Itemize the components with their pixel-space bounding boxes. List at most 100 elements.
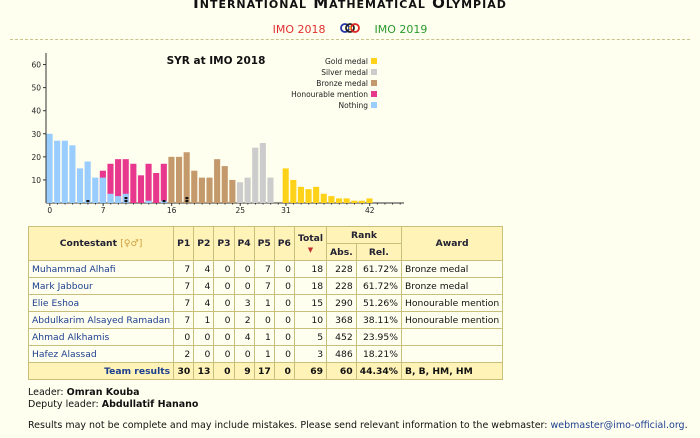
bar-nothing xyxy=(76,168,84,203)
leader-name: Omran Kouba xyxy=(66,387,140,398)
y-tick-label: 20 xyxy=(31,153,41,162)
score-cell: 0 xyxy=(233,277,255,295)
x-tick-label: 7 xyxy=(101,206,106,215)
bar-bronze-medal xyxy=(206,177,213,203)
deputy-leader-name: Abdullatif Hanano xyxy=(101,399,199,410)
score-cell: 1 xyxy=(193,311,215,329)
bar-gold-medal xyxy=(358,200,365,203)
country-marker xyxy=(162,200,166,203)
country-marker xyxy=(185,200,189,203)
score-cell: 7 xyxy=(173,294,195,312)
score-cell: 0 xyxy=(273,328,295,346)
contestant-header[interactable]: Contestant [♀♂] xyxy=(27,226,175,261)
team-results-row: Team results 30 13 0 9 17 0 69 60 44.34%… xyxy=(27,362,504,380)
bar-silver-medal xyxy=(244,177,251,203)
bar-gold-medal xyxy=(335,198,343,203)
header-divider xyxy=(10,39,690,40)
p2-header[interactable]: P2 xyxy=(193,226,215,261)
bar-bronze-medal xyxy=(229,179,236,203)
total-cell: 5 xyxy=(293,328,328,346)
bar-gold-medal xyxy=(313,186,320,203)
score-cell: 7 xyxy=(173,260,195,278)
award-header[interactable]: Award xyxy=(400,226,504,261)
next-year-link[interactable]: IMO 2019 xyxy=(375,23,428,36)
score-cell: 0 xyxy=(173,328,195,346)
table-row: Elie Eshoa 7 4 0 3 1 0 15 290 51.26% Hon… xyxy=(27,294,504,312)
title-word-2: MATHEMATICAL xyxy=(313,0,426,12)
rank-abs-cell: 290 xyxy=(326,294,357,312)
legend-swatch xyxy=(371,58,377,64)
bar-honourable-mention xyxy=(153,173,160,203)
total-header[interactable]: Total ▼ xyxy=(293,226,328,261)
bar-gold-medal xyxy=(282,168,289,203)
score-cell: 0 xyxy=(213,345,235,363)
score-cell: 0 xyxy=(273,260,295,278)
gender-sort-icon[interactable]: [♀♂] xyxy=(120,238,142,249)
award-cell xyxy=(400,345,504,363)
imo-logo-icon[interactable] xyxy=(339,22,361,37)
legend-label: Silver medal xyxy=(321,68,368,77)
score-cell: 0 xyxy=(213,311,235,329)
table-row: Mark Jabbour 7 4 0 0 7 0 18 228 61.72% B… xyxy=(27,277,504,295)
total-cell: 15 xyxy=(293,294,328,312)
bar-gold-medal xyxy=(343,198,350,203)
score-cell: 0 xyxy=(193,345,215,363)
p3-header[interactable]: P3 xyxy=(213,226,235,261)
title-word-3: OLYMPIAD xyxy=(432,0,507,12)
rank-rel-cell: 61.72% xyxy=(355,277,402,295)
contestant-link[interactable]: Hafez Alassad xyxy=(32,349,97,360)
award-cell: Honourable mention xyxy=(400,294,504,312)
score-cell: 0 xyxy=(233,345,255,363)
chart-title: SYR at IMO 2018 xyxy=(167,55,266,67)
p6-header[interactable]: P6 xyxy=(273,226,295,261)
contestant-link[interactable]: Elie Eshoa xyxy=(32,298,79,309)
bar-nothing xyxy=(92,177,99,203)
contestant-link[interactable]: Ahmad Alkhamis xyxy=(32,332,109,343)
score-cell: 0 xyxy=(213,260,235,278)
contestant-link[interactable]: Muhammad Alhafi xyxy=(32,264,116,275)
year-navigation: IMO 2018 IMO 2019 xyxy=(0,22,700,37)
bar-nothing xyxy=(61,140,68,203)
p5-header[interactable]: P5 xyxy=(253,226,275,261)
total-cell: 10 xyxy=(293,311,328,329)
bar-gold-medal xyxy=(328,196,335,203)
bar-bronze-medal xyxy=(214,159,221,203)
score-cell: 7 xyxy=(173,311,195,329)
rank-abs-cell: 368 xyxy=(326,311,357,329)
x-tick-label: 0 xyxy=(47,206,52,215)
p1-header[interactable]: P1 xyxy=(173,226,195,261)
disclaimer-suffix: . xyxy=(684,420,688,431)
legend-label: Nothing xyxy=(339,101,369,110)
bar-nothing xyxy=(69,145,76,203)
score-cell: 2 xyxy=(173,345,195,363)
contestant-link[interactable]: Mark Jabbour xyxy=(32,281,93,292)
rank-rel-header[interactable]: Rel. xyxy=(355,243,402,261)
bar-bronze-medal xyxy=(175,156,183,203)
bar-gold-medal xyxy=(290,179,297,203)
score-cell: 0 xyxy=(233,260,255,278)
legend-label: Bronze medal xyxy=(316,79,368,88)
contestant-name: Muhammad Alhafi xyxy=(27,260,175,278)
table-row: Abdulkarim Alsayed Ramadan 7 1 0 2 0 0 1… xyxy=(27,311,504,329)
score-cell: 4 xyxy=(233,328,255,346)
contestant-link[interactable]: Abdulkarim Alsayed Ramadan xyxy=(32,315,170,326)
prev-year-link[interactable]: IMO 2018 xyxy=(273,23,326,36)
score-cell: 0 xyxy=(273,277,295,295)
disclaimer: Results may not be complete and may incl… xyxy=(28,420,688,431)
bar-honourable-mention xyxy=(160,163,167,203)
score-cell: 0 xyxy=(213,277,235,295)
rank-abs-header[interactable]: Abs. xyxy=(326,243,357,261)
team-total-cell: 69 xyxy=(293,362,328,380)
y-tick-label: 30 xyxy=(31,130,41,139)
team-results-label: Team results xyxy=(27,362,175,380)
results-table: Contestant [♀♂] P1 P2 P3 P4 P5 P6 Total ▼… xyxy=(27,226,504,380)
p4-header[interactable]: P4 xyxy=(233,226,255,261)
table-row: Muhammad Alhafi 7 4 0 0 7 0 18 228 61.72… xyxy=(27,260,504,278)
rank-rel-cell: 51.26% xyxy=(355,294,402,312)
y-tick-label: 10 xyxy=(31,176,41,185)
title-word-1: INTERNATIONAL xyxy=(193,0,307,12)
webmaster-email-link[interactable]: webmaster@imo-official.org xyxy=(551,420,685,431)
score-cell: 7 xyxy=(253,277,275,295)
bar-bronze-medal xyxy=(221,166,228,203)
score-cell: 0 xyxy=(253,311,275,329)
